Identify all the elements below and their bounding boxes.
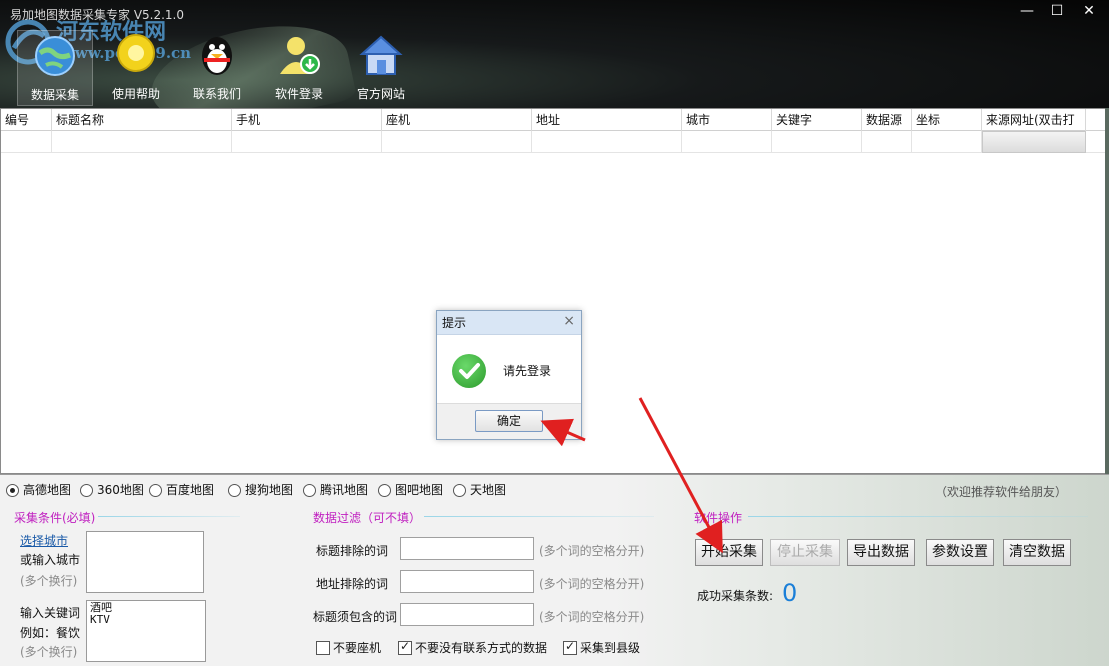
column-header-source-url[interactable]: 来源网址(双击打 bbox=[982, 109, 1086, 131]
toolbar-help-button[interactable]: 使用帮助 bbox=[98, 30, 174, 106]
filter-hint: (多个词的空格分开) bbox=[539, 544, 645, 558]
exclude-title-label: 标题排除的词 bbox=[316, 544, 389, 558]
success-check-icon bbox=[452, 354, 486, 388]
title-toolbar-area: 易加地图数据采集专家 V5.2.1.0 河东软件网 www.pc0359.cn … bbox=[0, 0, 1109, 108]
qq-penguin-icon bbox=[202, 37, 232, 75]
toolbar-label: 软件登录 bbox=[274, 87, 323, 101]
column-header-source[interactable]: 数据源 bbox=[862, 109, 912, 131]
table-cell[interactable] bbox=[912, 131, 982, 153]
exclude-title-input[interactable] bbox=[400, 537, 534, 560]
input-city-label: 或输入城市 bbox=[20, 553, 81, 567]
window-edge bbox=[1105, 108, 1109, 474]
radio-gaode-map[interactable]: 高德地图 bbox=[6, 483, 71, 499]
table-row[interactable] bbox=[1, 131, 1108, 153]
toolbar-label: 数据采集 bbox=[30, 88, 79, 102]
radio-360-map[interactable]: 360地图 bbox=[80, 483, 144, 499]
toolbar-label: 使用帮助 bbox=[111, 87, 160, 101]
checkbox-require-contact[interactable]: 不要没有联系方式的数据 bbox=[398, 639, 547, 655]
radio-tencent-map[interactable]: 腾讯地图 bbox=[303, 483, 368, 499]
success-count-label: 成功采集条数: bbox=[697, 589, 774, 603]
user-login-icon bbox=[280, 37, 320, 74]
radio-tianditu-map[interactable]: 天地图 bbox=[453, 483, 506, 499]
column-header-landline[interactable]: 座机 bbox=[382, 109, 532, 131]
prompt-dialog: 提示 × 请先登录 确定 bbox=[436, 310, 582, 440]
keyword-textarea[interactable]: 酒吧 KTV bbox=[86, 600, 206, 662]
section-divider bbox=[748, 516, 1088, 517]
keyword-example-label: 例如：餐饮 bbox=[20, 626, 81, 640]
radio-baidu-map[interactable]: 百度地图 bbox=[149, 483, 214, 499]
toolbar-contact-button[interactable]: 联系我们 bbox=[179, 30, 255, 106]
city-textarea[interactable] bbox=[86, 531, 204, 593]
radio-tuba-map[interactable]: 图吧地图 bbox=[378, 483, 443, 499]
section-title-filter: 数据过滤（可不填） bbox=[313, 511, 422, 525]
control-panel: 高德地图 360地图 百度地图 搜狗地图 腾讯地图 图吧地图 天地图 （欢迎推荐… bbox=[0, 474, 1109, 666]
filter-hint: (多个词的空格分开) bbox=[539, 577, 645, 591]
home-icon bbox=[359, 35, 403, 75]
exclude-address-input[interactable] bbox=[400, 570, 534, 593]
column-header-keyword[interactable]: 关键字 bbox=[772, 109, 862, 131]
maximize-button[interactable]: ☐ bbox=[1042, 0, 1072, 22]
column-header-coordinate[interactable]: 坐标 bbox=[912, 109, 982, 131]
dialog-close-button[interactable]: × bbox=[563, 313, 575, 329]
settings-button[interactable]: 参数设置 bbox=[926, 539, 994, 566]
export-data-button[interactable]: 导出数据 bbox=[847, 539, 915, 566]
table-header: 编号 标题名称 手机 座机 地址 城市 关键字 数据源 坐标 来源网址(双击打 bbox=[1, 109, 1108, 131]
select-city-link[interactable]: 选择城市 bbox=[20, 532, 68, 549]
table-cell[interactable] bbox=[682, 131, 772, 153]
checkbox-county-level[interactable]: 采集到县级 bbox=[563, 639, 640, 655]
exclude-address-label: 地址排除的词 bbox=[316, 577, 389, 591]
table-cell[interactable] bbox=[1, 131, 52, 153]
table-cell[interactable] bbox=[862, 131, 912, 153]
clear-data-button[interactable]: 清空数据 bbox=[1003, 539, 1071, 566]
dialog-ok-button[interactable]: 确定 bbox=[475, 410, 543, 432]
input-keyword-label: 输入关键词 bbox=[20, 606, 81, 620]
success-count-value: 0 bbox=[782, 579, 798, 607]
multi-line-hint: (多个换行) bbox=[20, 645, 78, 659]
column-header-title[interactable]: 标题名称 bbox=[52, 109, 232, 131]
table-cell[interactable] bbox=[382, 131, 532, 153]
section-divider bbox=[424, 516, 654, 517]
toolbar-data-collect-button[interactable]: 数据采集 bbox=[17, 30, 93, 106]
table-cell[interactable] bbox=[232, 131, 382, 153]
dialog-title: 提示 bbox=[437, 311, 581, 335]
filter-hint: (多个词的空格分开) bbox=[539, 610, 645, 624]
section-title-operations: 软件操作 bbox=[694, 511, 743, 525]
include-title-input[interactable] bbox=[400, 603, 534, 626]
column-header-address[interactable]: 地址 bbox=[532, 109, 682, 131]
start-collect-button[interactable]: 开始采集 bbox=[695, 539, 763, 566]
multi-line-hint: (多个换行) bbox=[20, 574, 78, 588]
keyword-line: KTV bbox=[90, 613, 110, 626]
radio-sogou-map[interactable]: 搜狗地图 bbox=[228, 483, 293, 499]
column-header-city[interactable]: 城市 bbox=[682, 109, 772, 131]
source-url-cell-button[interactable] bbox=[982, 131, 1086, 153]
toolbar-website-button[interactable]: 官方网站 bbox=[343, 30, 419, 106]
table-cell[interactable] bbox=[532, 131, 682, 153]
close-button[interactable]: ✕ bbox=[1074, 0, 1104, 22]
checkbox-no-landline[interactable]: 不要座机 bbox=[316, 641, 381, 655]
section-divider bbox=[98, 516, 240, 517]
stop-collect-button[interactable]: 停止采集 bbox=[770, 539, 840, 566]
toolbar-login-button[interactable]: 软件登录 bbox=[261, 30, 337, 106]
dialog-message: 请先登录 bbox=[503, 364, 552, 378]
dialog-footer: 确定 bbox=[437, 403, 581, 439]
toolbar-label: 官方网站 bbox=[356, 87, 405, 101]
column-header-mobile[interactable]: 手机 bbox=[232, 109, 382, 131]
column-header-id[interactable]: 编号 bbox=[1, 109, 52, 131]
recommend-text: （欢迎推荐软件给朋友） bbox=[935, 485, 1068, 499]
section-title-conditions: 采集条件(必填) bbox=[14, 511, 96, 525]
table-cell[interactable] bbox=[772, 131, 862, 153]
include-title-label: 标题须包含的词 bbox=[313, 610, 398, 624]
table-cell[interactable] bbox=[52, 131, 232, 153]
globe-icon bbox=[35, 36, 75, 76]
help-bulb-icon bbox=[117, 34, 155, 72]
toolbar-label: 联系我们 bbox=[192, 87, 241, 101]
minimize-button[interactable]: — bbox=[1012, 0, 1042, 22]
